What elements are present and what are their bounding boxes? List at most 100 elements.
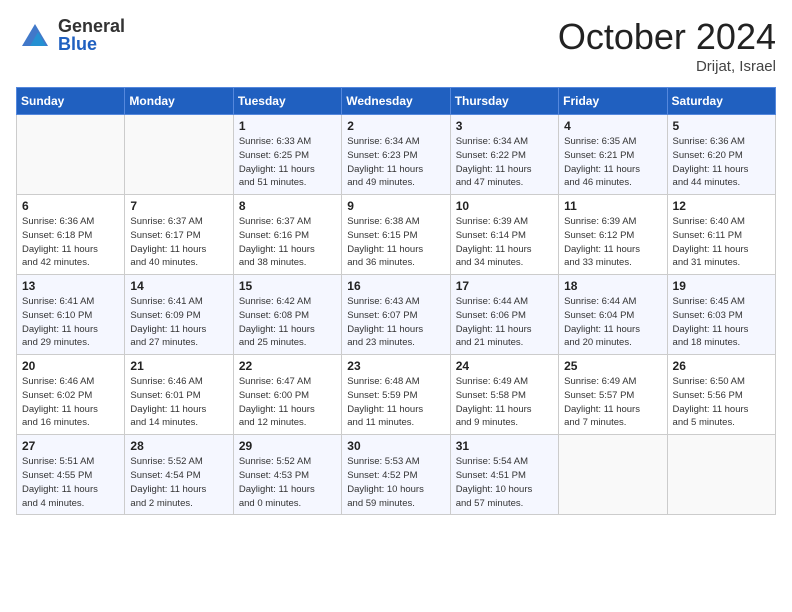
calendar-cell: 3 Sunrise: 6:34 AM Sunset: 6:22 PM Daylig…: [450, 115, 558, 195]
day-number: 20: [22, 359, 119, 373]
day-info: Sunrise: 6:41 AM Sunset: 6:09 PM Dayligh…: [130, 295, 227, 350]
day-info: Sunrise: 5:54 AM Sunset: 4:51 PM Dayligh…: [456, 455, 553, 510]
calendar-cell: 29Sunrise: 5:52 AM Sunset: 4:53 PM Dayli…: [233, 435, 341, 515]
day-number: 17: [456, 279, 553, 293]
day-number: 9: [347, 199, 444, 213]
calendar-cell: 2Sunrise: 6:34 AM Sunset: 6:23 PM Daylig…: [342, 115, 450, 195]
weekday-header: Saturday: [667, 88, 775, 115]
calendar-cell: [125, 115, 233, 195]
calendar-week-row: 1 Sunrise: 6:33 AM Sunset: 6:25 PM Daylig…: [17, 115, 776, 195]
day-number: 30: [347, 439, 444, 453]
day-info: Sunrise: 6:37 AM Sunset: 6:16 PM Dayligh…: [239, 215, 336, 270]
weekday-header: Wednesday: [342, 88, 450, 115]
calendar-cell: 14 Sunrise: 6:41 AM Sunset: 6:09 PM Dayli…: [125, 275, 233, 355]
calendar-cell: 4Sunrise: 6:35 AM Sunset: 6:21 PM Daylig…: [559, 115, 667, 195]
day-info: Sunrise: 6:43 AM Sunset: 6:07 PM Dayligh…: [347, 295, 444, 350]
calendar-cell: 16 Sunrise: 6:43 AM Sunset: 6:07 PM Dayli…: [342, 275, 450, 355]
day-info: Sunrise: 6:39 AM Sunset: 6:12 PM Dayligh…: [564, 215, 661, 270]
day-number: 23: [347, 359, 444, 373]
calendar-cell: 28Sunrise: 5:52 AM Sunset: 4:54 PM Dayli…: [125, 435, 233, 515]
day-number: 14: [130, 279, 227, 293]
weekday-header: Friday: [559, 88, 667, 115]
day-info: Sunrise: 6:45 AM Sunset: 6:03 PM Dayligh…: [673, 295, 770, 350]
calendar-cell: 22 Sunrise: 6:47 AM Sunset: 6:00 PM Dayli…: [233, 355, 341, 435]
day-number: 16: [347, 279, 444, 293]
day-number: 8: [239, 199, 336, 213]
calendar-cell: 6 Sunrise: 6:36 AM Sunset: 6:18 PM Daylig…: [17, 195, 125, 275]
day-info: Sunrise: 6:33 AM Sunset: 6:25 PM Dayligh…: [239, 135, 336, 190]
logo-general: General: [58, 17, 125, 35]
calendar-cell: 1 Sunrise: 6:33 AM Sunset: 6:25 PM Daylig…: [233, 115, 341, 195]
calendar-cell: [667, 435, 775, 515]
day-number: 3: [456, 119, 553, 133]
calendar-cell: 15Sunrise: 6:42 AM Sunset: 6:08 PM Dayli…: [233, 275, 341, 355]
logo-blue: Blue: [58, 35, 125, 53]
day-info: Sunrise: 6:40 AM Sunset: 6:11 PM Dayligh…: [673, 215, 770, 270]
calendar-cell: 30 Sunrise: 5:53 AM Sunset: 4:52 PM Dayli…: [342, 435, 450, 515]
day-number: 1: [239, 119, 336, 133]
calendar-cell: 12 Sunrise: 6:40 AM Sunset: 6:11 PM Dayli…: [667, 195, 775, 275]
weekday-header: Monday: [125, 88, 233, 115]
calendar-cell: 7 Sunrise: 6:37 AM Sunset: 6:17 PM Daylig…: [125, 195, 233, 275]
calendar-cell: 10Sunrise: 6:39 AM Sunset: 6:14 PM Dayli…: [450, 195, 558, 275]
day-info: Sunrise: 6:34 AM Sunset: 6:23 PM Dayligh…: [347, 135, 444, 190]
day-info: Sunrise: 6:38 AM Sunset: 6:15 PM Dayligh…: [347, 215, 444, 270]
day-number: 18: [564, 279, 661, 293]
day-number: 4: [564, 119, 661, 133]
location: Drijat, Israel: [558, 58, 776, 75]
day-info: Sunrise: 6:39 AM Sunset: 6:14 PM Dayligh…: [456, 215, 553, 270]
day-info: Sunrise: 6:47 AM Sunset: 6:00 PM Dayligh…: [239, 375, 336, 430]
day-info: Sunrise: 5:53 AM Sunset: 4:52 PM Dayligh…: [347, 455, 444, 510]
day-number: 25: [564, 359, 661, 373]
day-number: 22: [239, 359, 336, 373]
day-number: 29: [239, 439, 336, 453]
day-number: 31: [456, 439, 553, 453]
day-info: Sunrise: 6:44 AM Sunset: 6:06 PM Dayligh…: [456, 295, 553, 350]
calendar-cell: 18 Sunrise: 6:44 AM Sunset: 6:04 PM Dayli…: [559, 275, 667, 355]
calendar-cell: 8 Sunrise: 6:37 AM Sunset: 6:16 PM Daylig…: [233, 195, 341, 275]
day-number: 7: [130, 199, 227, 213]
day-number: 21: [130, 359, 227, 373]
calendar-cell: 17 Sunrise: 6:44 AM Sunset: 6:06 PM Dayli…: [450, 275, 558, 355]
logo-icon: [16, 16, 54, 54]
day-info: Sunrise: 6:34 AM Sunset: 6:22 PM Dayligh…: [456, 135, 553, 190]
day-info: Sunrise: 6:44 AM Sunset: 6:04 PM Dayligh…: [564, 295, 661, 350]
calendar-week-row: 20 Sunrise: 6:46 AM Sunset: 6:02 PM Dayli…: [17, 355, 776, 435]
weekday-header: Sunday: [17, 88, 125, 115]
calendar-cell: 26Sunrise: 6:50 AM Sunset: 5:56 PM Dayli…: [667, 355, 775, 435]
day-number: 27: [22, 439, 119, 453]
day-number: 6: [22, 199, 119, 213]
calendar-table: SundayMondayTuesdayWednesdayThursdayFrid…: [16, 87, 776, 515]
day-info: Sunrise: 6:46 AM Sunset: 6:02 PM Dayligh…: [22, 375, 119, 430]
calendar-cell: [17, 115, 125, 195]
calendar-cell: 19Sunrise: 6:45 AM Sunset: 6:03 PM Dayli…: [667, 275, 775, 355]
logo-text: General Blue: [58, 17, 125, 53]
day-info: Sunrise: 6:42 AM Sunset: 6:08 PM Dayligh…: [239, 295, 336, 350]
month-title: October 2024: [558, 16, 776, 58]
day-info: Sunrise: 5:51 AM Sunset: 4:55 PM Dayligh…: [22, 455, 119, 510]
day-info: Sunrise: 6:36 AM Sunset: 6:20 PM Dayligh…: [673, 135, 770, 190]
calendar-cell: 27 Sunrise: 5:51 AM Sunset: 4:55 PM Dayli…: [17, 435, 125, 515]
calendar-week-row: 13 Sunrise: 6:41 AM Sunset: 6:10 PM Dayli…: [17, 275, 776, 355]
day-info: Sunrise: 6:41 AM Sunset: 6:10 PM Dayligh…: [22, 295, 119, 350]
weekday-header-row: SundayMondayTuesdayWednesdayThursdayFrid…: [17, 88, 776, 115]
calendar-cell: 20 Sunrise: 6:46 AM Sunset: 6:02 PM Dayli…: [17, 355, 125, 435]
page-header: General Blue October 2024 Drijat, Israel: [16, 16, 776, 75]
day-info: Sunrise: 6:48 AM Sunset: 5:59 PM Dayligh…: [347, 375, 444, 430]
calendar-cell: 21Sunrise: 6:46 AM Sunset: 6:01 PM Dayli…: [125, 355, 233, 435]
calendar-cell: 23 Sunrise: 6:48 AM Sunset: 5:59 PM Dayli…: [342, 355, 450, 435]
day-number: 12: [673, 199, 770, 213]
weekday-header: Tuesday: [233, 88, 341, 115]
day-number: 24: [456, 359, 553, 373]
calendar-week-row: 27 Sunrise: 5:51 AM Sunset: 4:55 PM Dayli…: [17, 435, 776, 515]
day-number: 13: [22, 279, 119, 293]
calendar-week-row: 6 Sunrise: 6:36 AM Sunset: 6:18 PM Daylig…: [17, 195, 776, 275]
calendar-cell: 9 Sunrise: 6:38 AM Sunset: 6:15 PM Daylig…: [342, 195, 450, 275]
day-info: Sunrise: 6:36 AM Sunset: 6:18 PM Dayligh…: [22, 215, 119, 270]
calendar-cell: 5Sunrise: 6:36 AM Sunset: 6:20 PM Daylig…: [667, 115, 775, 195]
calendar-cell: [559, 435, 667, 515]
calendar-cell: 24 Sunrise: 6:49 AM Sunset: 5:58 PM Dayli…: [450, 355, 558, 435]
day-info: Sunrise: 6:37 AM Sunset: 6:17 PM Dayligh…: [130, 215, 227, 270]
day-info: Sunrise: 6:49 AM Sunset: 5:58 PM Dayligh…: [456, 375, 553, 430]
calendar-cell: 13 Sunrise: 6:41 AM Sunset: 6:10 PM Dayli…: [17, 275, 125, 355]
